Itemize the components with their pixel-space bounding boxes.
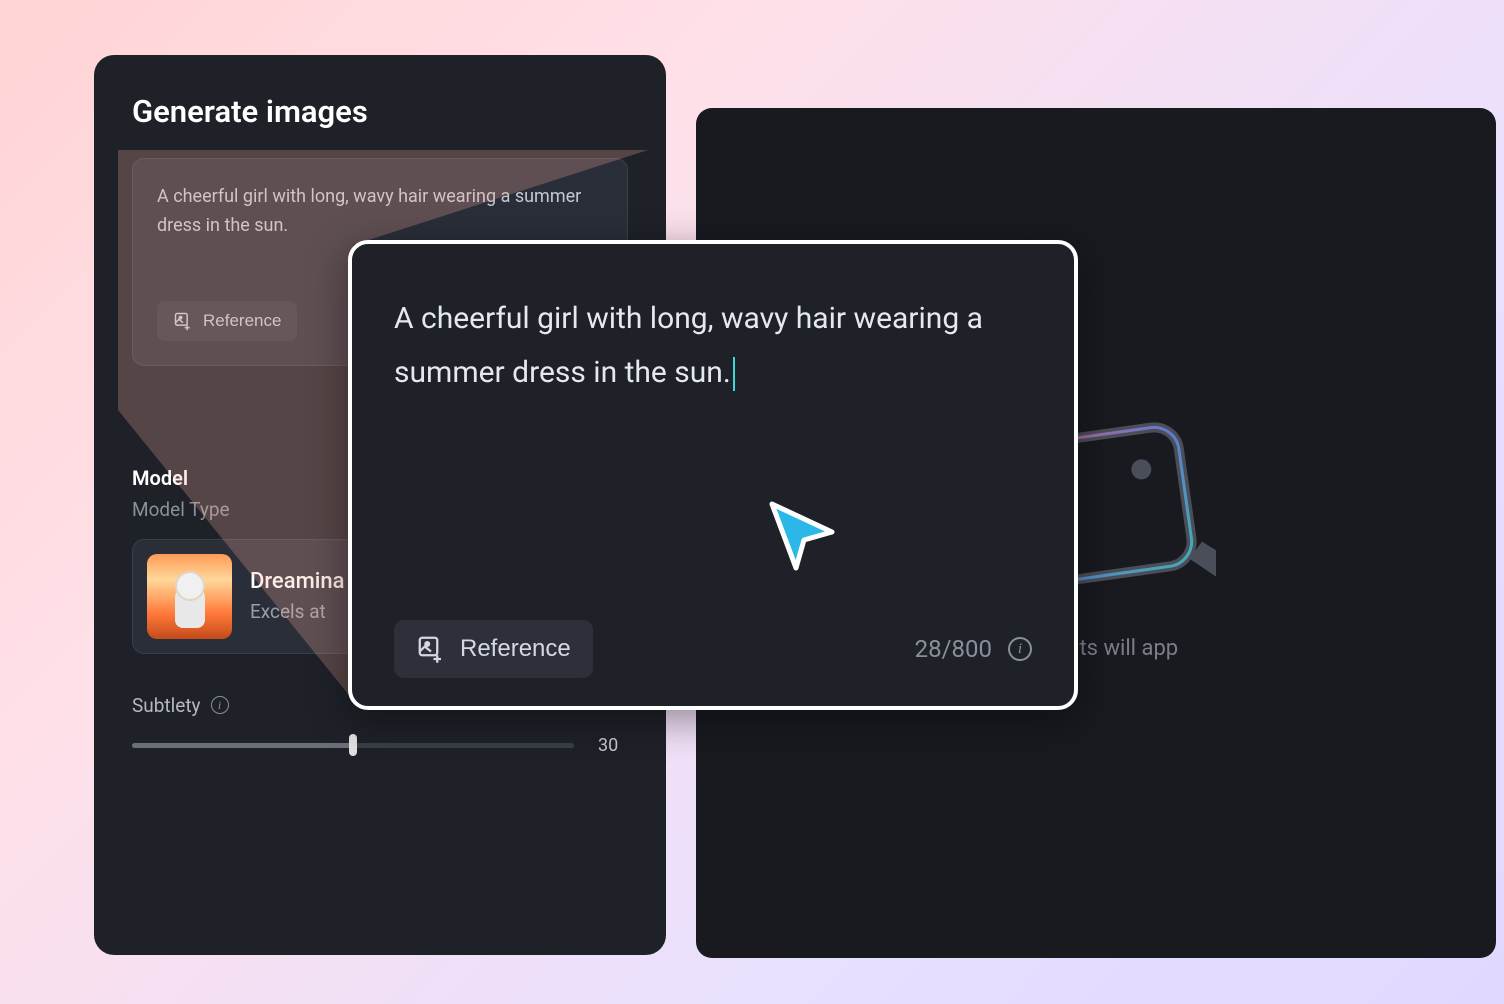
- subtlety-slider-row: 30: [132, 735, 628, 756]
- magnified-prompt-box: A cheerful girl with long, wavy hair wea…: [348, 240, 1078, 710]
- reference-button-large[interactable]: Reference: [394, 620, 593, 678]
- slider-fill: [132, 743, 353, 748]
- prompt-text: A cheerful girl with long, wavy hair wea…: [157, 183, 603, 241]
- char-count-row: 28/800 i: [915, 635, 1032, 663]
- reference-label: Reference: [203, 311, 281, 331]
- char-count: 28/800: [915, 635, 992, 663]
- reference-button[interactable]: Reference: [157, 301, 297, 341]
- cursor-icon: [762, 494, 842, 574]
- model-info: Dreamina Excels at: [250, 569, 344, 623]
- text-cursor: [733, 357, 735, 391]
- info-icon[interactable]: i: [1008, 637, 1032, 661]
- model-name: Dreamina: [250, 569, 344, 594]
- subtlety-label: Subtlety: [132, 694, 201, 717]
- magnified-prompt-text[interactable]: A cheerful girl with long, wavy hair wea…: [394, 292, 1032, 400]
- panel-title: Generate images: [132, 93, 628, 130]
- slider-handle[interactable]: [349, 734, 357, 756]
- subtlety-value: 30: [598, 735, 628, 756]
- model-description: Excels at: [250, 600, 344, 623]
- subtlety-slider[interactable]: [132, 743, 574, 748]
- magnified-footer: Reference 28/800 i: [394, 620, 1032, 678]
- image-add-icon: [416, 634, 446, 664]
- model-thumbnail: [147, 554, 232, 639]
- reference-label-large: Reference: [460, 635, 571, 663]
- image-add-icon: [173, 311, 193, 331]
- info-icon[interactable]: i: [211, 696, 229, 714]
